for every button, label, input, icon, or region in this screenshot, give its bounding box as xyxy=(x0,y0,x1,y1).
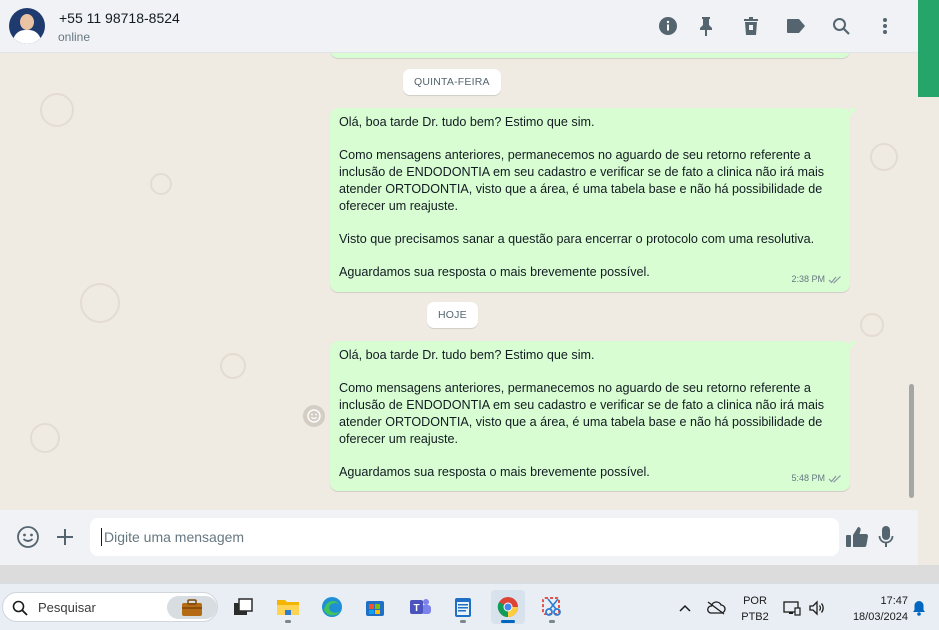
chrome-icon[interactable] xyxy=(491,590,525,624)
message-text: Aguardamos sua resposta o mais brevement… xyxy=(339,465,650,479)
message-text: Como mensagens anteriores, permanecemos … xyxy=(339,381,825,446)
search-icon[interactable] xyxy=(830,15,852,37)
file-explorer-icon[interactable] xyxy=(271,590,305,624)
message-text: Como mensagens anteriores, permanecemos … xyxy=(339,148,825,213)
taskbar-search-label: Pesquisar xyxy=(38,600,96,615)
clock-date: 18/03/2024 xyxy=(852,611,908,623)
taskbar-clock[interactable]: 17:47 18/03/2024 xyxy=(836,593,908,625)
text-caret xyxy=(101,528,102,546)
previous-message-bubble[interactable] xyxy=(330,53,850,58)
keyboard-layout: PTB2 xyxy=(741,611,769,623)
contact-status: online xyxy=(58,30,91,44)
microsoft-store-icon[interactable] xyxy=(358,590,392,624)
notepad-icon[interactable] xyxy=(446,590,480,624)
message-composer xyxy=(0,510,918,565)
task-view-icon[interactable] xyxy=(226,590,260,624)
message-text: Visto que precisamos sanar a questão par… xyxy=(339,232,815,246)
contact-name[interactable]: +55 11 98718-8524 xyxy=(59,10,180,26)
message-meta: 2:38 PM xyxy=(791,271,842,288)
emoji-icon[interactable] xyxy=(15,524,41,550)
message-bubble[interactable]: Olá, boa tarde Dr. tudo bem? Estimo que … xyxy=(330,341,857,491)
svg-text:T: T xyxy=(414,603,420,614)
bubble-tail xyxy=(849,108,857,118)
message-input[interactable] xyxy=(90,518,839,556)
language-code: POR xyxy=(743,595,767,607)
react-emoji-icon[interactable] xyxy=(303,405,325,427)
teams-icon[interactable]: T xyxy=(403,590,437,624)
date-separator: HOJE xyxy=(427,302,478,328)
message-time: 5:48 PM xyxy=(791,473,825,483)
chat-header: +55 11 98718-8524 online xyxy=(0,0,918,53)
double-check-icon xyxy=(828,276,841,284)
message-meta: 5:48 PM xyxy=(791,470,842,487)
message-text: Olá, boa tarde Dr. tudo bem? Estimo que … xyxy=(339,348,595,362)
cloud-offline-icon[interactable] xyxy=(705,584,727,630)
pin-icon[interactable] xyxy=(695,15,717,37)
window-accent-strip xyxy=(918,0,939,97)
window-bottom-strip xyxy=(0,565,939,583)
taskbar-search[interactable]: Pesquisar xyxy=(2,592,218,622)
more-vertical-icon[interactable] xyxy=(874,15,896,37)
trash-icon[interactable] xyxy=(740,15,762,37)
message-bubble[interactable]: Olá, boa tarde Dr. tudo bem? Estimo que … xyxy=(330,108,857,292)
double-check-icon xyxy=(828,475,841,483)
contact-avatar[interactable] xyxy=(9,8,45,44)
keyboard-language[interactable]: POR PTB2 xyxy=(736,593,774,625)
chat-scrollbar-thumb[interactable] xyxy=(909,384,914,498)
message-time: 2:38 PM xyxy=(791,274,825,284)
date-separator: QUINTA-FEIRA xyxy=(403,69,501,95)
bubble-tail xyxy=(849,341,857,351)
taskbar: Pesquisar T POR PTB2 17:47 18/03/2024 xyxy=(0,583,939,630)
thumbs-up-icon[interactable] xyxy=(844,524,870,550)
message-text: Olá, boa tarde Dr. tudo bem? Estimo que … xyxy=(339,115,595,129)
microphone-icon[interactable] xyxy=(873,524,899,550)
volume-icon[interactable] xyxy=(806,584,828,630)
message-text: Aguardamos sua resposta o mais brevement… xyxy=(339,265,650,279)
chat-messages-area[interactable]: QUINTA-FEIRA Olá, boa tarde Dr. tudo bem… xyxy=(0,53,918,510)
info-icon[interactable] xyxy=(657,15,679,37)
clock-time: 17:47 xyxy=(880,595,908,607)
edge-browser-icon[interactable] xyxy=(315,590,349,624)
chevron-up-icon[interactable] xyxy=(676,584,694,630)
notification-bell-icon[interactable] xyxy=(910,584,928,630)
label-icon[interactable] xyxy=(785,15,807,37)
search-icon xyxy=(12,600,28,616)
snipping-tool-icon[interactable] xyxy=(535,590,569,624)
network-icon[interactable] xyxy=(781,584,803,630)
briefcase-icon xyxy=(167,596,217,619)
attach-plus-icon[interactable] xyxy=(52,524,78,550)
